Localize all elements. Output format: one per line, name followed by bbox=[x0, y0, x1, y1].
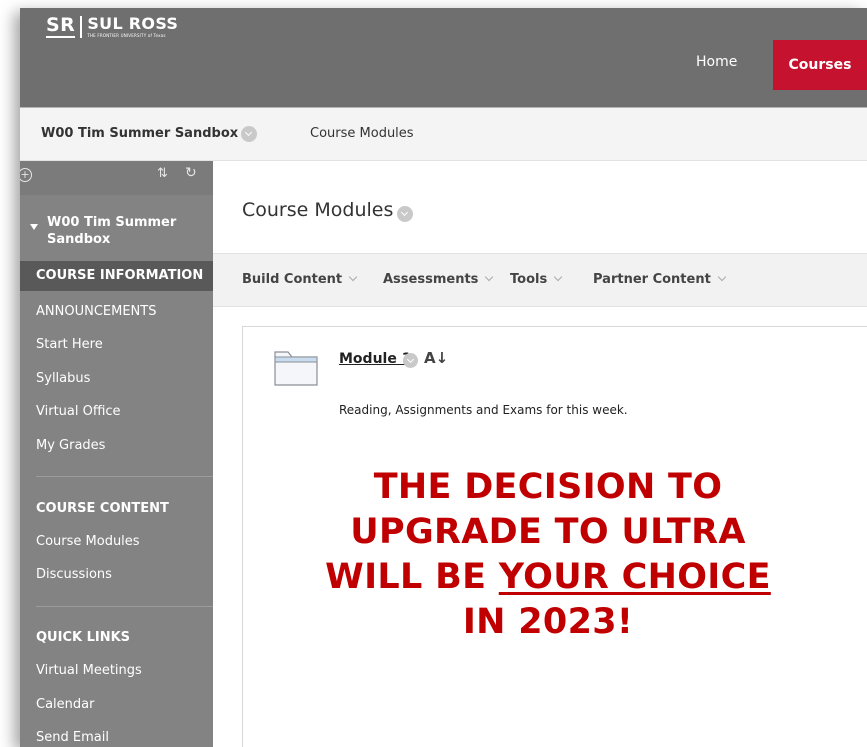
logo-name: SUL ROSS bbox=[87, 14, 179, 33]
browser-page: SR SUL ROSS THE FRONTIER UNIVERSITY of T… bbox=[20, 8, 867, 747]
sidebar-heading-course-information: COURSE INFORMATION bbox=[36, 268, 204, 283]
sidebar-item-my-grades[interactable]: My Grades bbox=[36, 438, 105, 453]
sidebar-item-calendar[interactable]: Calendar bbox=[36, 697, 94, 712]
sort-icon[interactable]: ⇅ bbox=[157, 166, 168, 181]
folder-icon bbox=[274, 351, 318, 386]
module-description: Reading, Assignments and Exams for this … bbox=[339, 403, 628, 417]
module-1-link[interactable]: Module 1 bbox=[339, 351, 411, 367]
chevron-down-icon bbox=[348, 272, 358, 282]
ultra-upgrade-announcement: THE DECISION TO UPGRADE TO ULTRA WILL BE… bbox=[298, 465, 798, 645]
breadcrumb-chevron-down-icon[interactable] bbox=[241, 126, 257, 142]
page-title-chevron-down-icon[interactable] bbox=[397, 206, 413, 222]
partner-content-label: Partner Content bbox=[593, 272, 711, 287]
announcement-line: IN 2023! bbox=[462, 602, 634, 642]
sidebar-item-syllabus[interactable]: Syllabus bbox=[36, 371, 90, 386]
sidebar-item-discussions[interactable]: Discussions bbox=[36, 567, 112, 582]
sidebar-item-start-here[interactable]: Start Here bbox=[36, 337, 103, 352]
build-content-menu[interactable]: Build Content bbox=[242, 272, 358, 287]
nav-courses-tab[interactable]: Courses bbox=[773, 40, 867, 90]
breadcrumb-current-page: Course Modules bbox=[310, 126, 414, 141]
logo-mark: SR bbox=[46, 14, 76, 38]
tools-menu[interactable]: Tools bbox=[510, 272, 563, 287]
page-title: Course Modules bbox=[242, 199, 394, 221]
top-header: SR SUL ROSS THE FRONTIER UNIVERSITY of T… bbox=[20, 8, 867, 108]
partner-content-menu[interactable]: Partner Content bbox=[593, 272, 727, 287]
sidebar-item-virtual-meetings[interactable]: Virtual Meetings bbox=[36, 663, 142, 678]
sidebar-item-virtual-office[interactable]: Virtual Office bbox=[36, 404, 121, 419]
logo-wordmark: SUL ROSS THE FRONTIER UNIVERSITY of Texa… bbox=[87, 14, 179, 39]
breadcrumb-course-link[interactable]: W00 Tim Summer Sandbox bbox=[41, 126, 238, 141]
logo-tagline: THE FRONTIER UNIVERSITY of Texas bbox=[87, 33, 166, 38]
sidebar-divider bbox=[36, 606, 213, 607]
chevron-down-icon bbox=[485, 272, 494, 282]
sidebar-item-send-email[interactable]: Send Email bbox=[36, 730, 109, 745]
collapse-triangle-icon[interactable] bbox=[30, 224, 38, 230]
nav-home-tab[interactable]: Home bbox=[696, 54, 737, 70]
assessments-label: Assessments bbox=[383, 272, 479, 287]
content-item-list: Module 1 A↓ Reading, Assignments and Exa… bbox=[242, 326, 867, 747]
sidebar-divider bbox=[36, 476, 213, 477]
logo-divider bbox=[80, 16, 83, 38]
main-content: Course Modules Build Content Assessments… bbox=[213, 161, 867, 747]
build-content-label: Build Content bbox=[242, 272, 343, 287]
sidebar-item-announcements[interactable]: ANNOUNCEMENTS bbox=[36, 304, 156, 319]
chevron-down-icon bbox=[553, 272, 563, 282]
course-menu-sidebar: + ⇅ ↻ W00 Tim Summer Sandbox COURSE INFO… bbox=[20, 161, 213, 747]
announcement-line: WILL BE YOUR CHOICE bbox=[298, 555, 798, 600]
sidebar-course-title[interactable]: W00 Tim Summer Sandbox bbox=[47, 214, 207, 248]
sidebar-heading-course-content: COURSE CONTENT bbox=[36, 501, 169, 516]
university-logo[interactable]: SR SUL ROSS THE FRONTIER UNIVERSITY of T… bbox=[46, 16, 178, 42]
sidebar-item-course-modules[interactable]: Course Modules bbox=[36, 534, 140, 549]
sidebar-toolbar: + ⇅ ↻ bbox=[20, 161, 213, 195]
action-bar: Build Content Assessments Tools Partner … bbox=[213, 253, 867, 307]
breadcrumb: W00 Tim Summer Sandbox Course Modules bbox=[20, 108, 867, 161]
module-chevron-down-icon[interactable] bbox=[403, 353, 418, 368]
refresh-icon[interactable]: ↻ bbox=[185, 165, 197, 181]
add-icon[interactable]: + bbox=[20, 168, 32, 182]
announcement-text: WILL BE bbox=[325, 557, 499, 597]
announcement-line: UPGRADE TO ULTRA bbox=[350, 512, 746, 552]
assessments-menu[interactable]: Assessments bbox=[383, 272, 494, 287]
chevron-down-icon bbox=[717, 272, 727, 282]
tools-label: Tools bbox=[510, 272, 548, 287]
announcement-line: THE DECISION TO bbox=[373, 467, 723, 507]
sidebar-heading-quick-links: QUICK LINKS bbox=[36, 630, 131, 645]
announcement-emphasis: YOUR CHOICE bbox=[498, 557, 771, 597]
adaptive-release-icon: A↓ bbox=[424, 349, 449, 367]
